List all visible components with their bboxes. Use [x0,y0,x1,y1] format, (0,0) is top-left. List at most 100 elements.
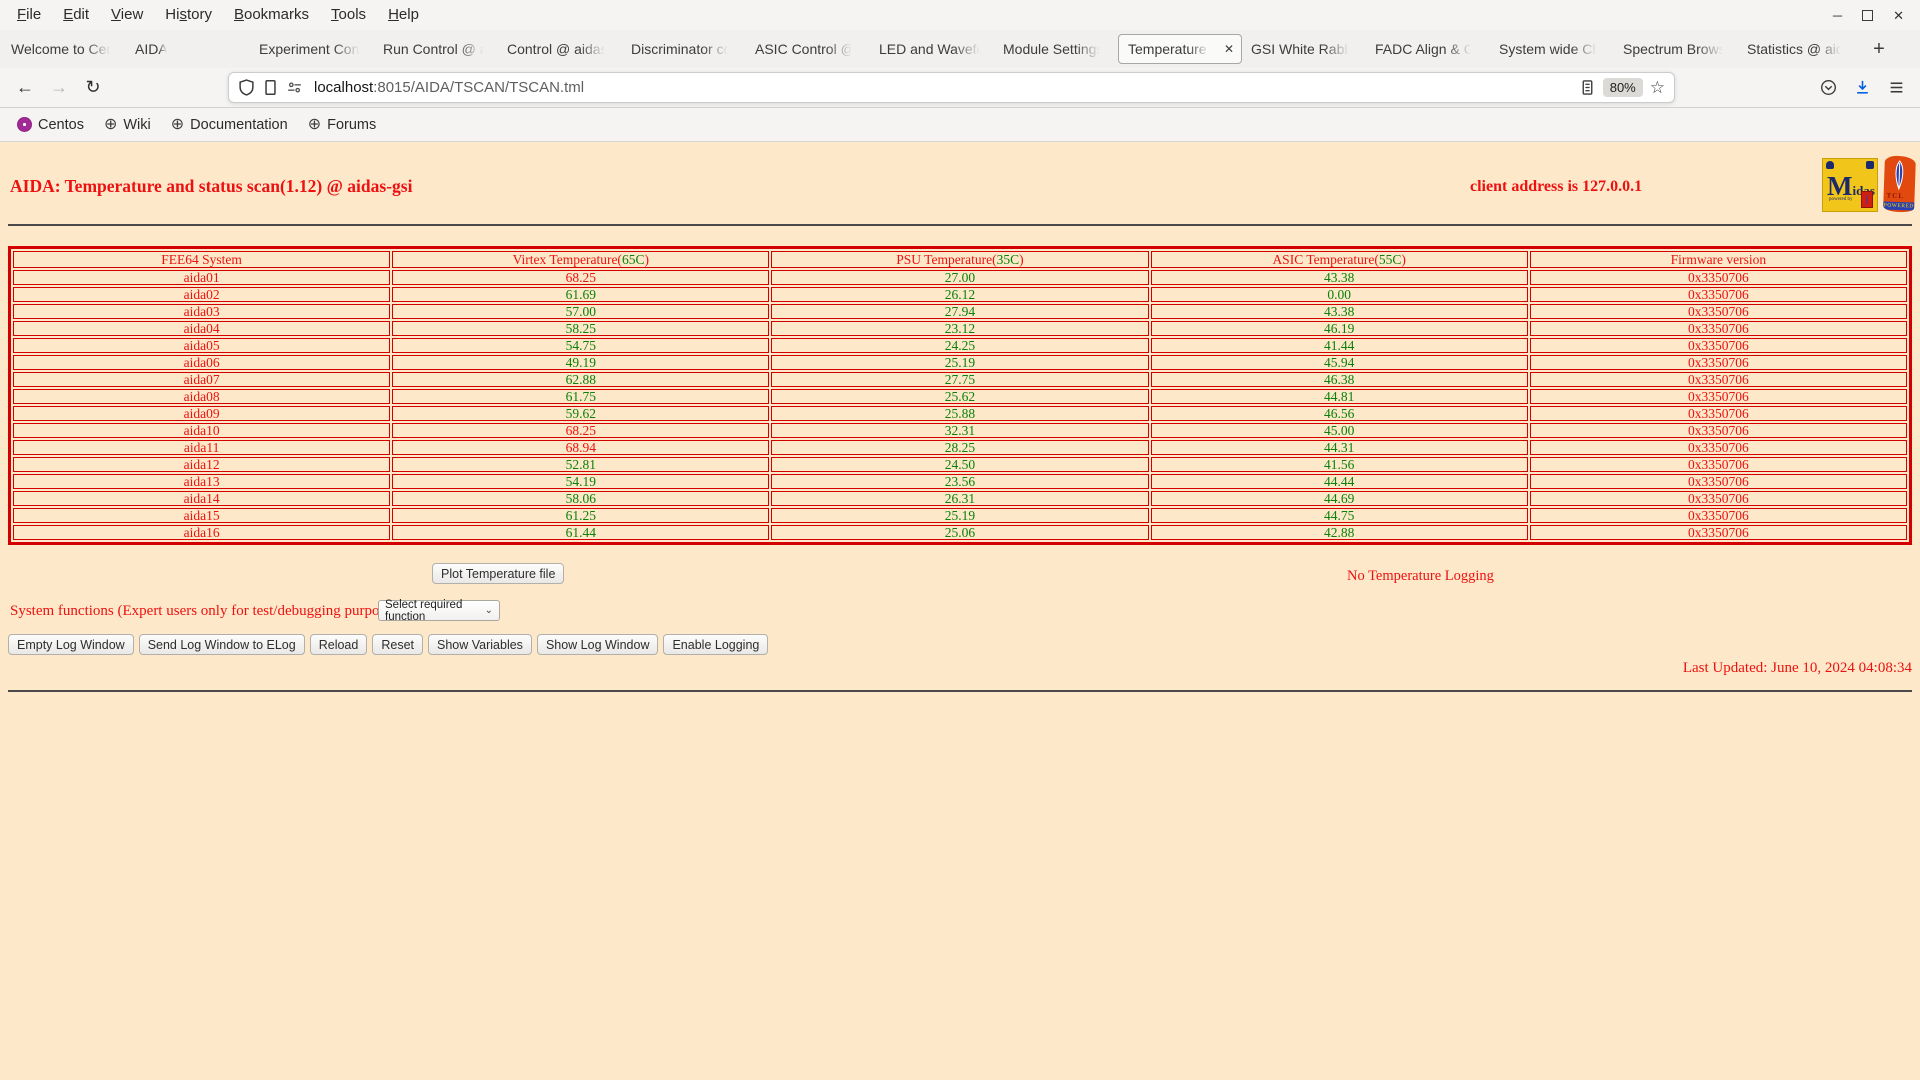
pocket-icon[interactable] [1820,79,1837,96]
table-cell: 42.88 [1150,525,1528,540]
tab-temperature-a[interactable]: Temperature a ✕ [1118,34,1242,64]
download-icon[interactable] [1854,79,1871,96]
tab-module-settings[interactable]: Module Settings [994,34,1118,64]
table-cell: 44.81 [1150,389,1528,404]
tab-label: GSI White Rabb [1251,41,1353,57]
header-text: ) [1019,252,1024,267]
tab-experiment-cont[interactable]: Experiment Cont [250,34,374,64]
menu-item-file[interactable]: File [6,3,52,26]
globe-icon: ⊕ [170,116,185,133]
tab-spectrum-brows[interactable]: Spectrum Brows [1614,34,1738,64]
table-cell: 44.69 [1150,491,1528,506]
send-log-window-to-elog-button[interactable]: Send Log Window to ELog [138,634,305,655]
page-icon[interactable] [262,79,279,96]
shield-icon[interactable] [238,79,255,96]
tcl-powered-logo[interactable]: TCL POWERED [1883,155,1916,213]
zoom-level-badge[interactable]: 80% [1602,78,1643,97]
bookmark-documentation[interactable]: ⊕ Documentation [164,114,295,136]
table-cell: 0x3350706 [1529,287,1907,302]
plot-temperature-button[interactable]: Plot Temperature file [432,563,565,584]
table-cell: 62.88 [392,372,770,387]
tab-control-aidas[interactable]: Control @ aidas [498,34,622,64]
function-select-value: Select required function [385,598,463,623]
table-cell: 25.19 [771,355,1149,370]
table-cell: aida07 [13,372,391,387]
tab-welcome-to-cen[interactable]: Welcome to Cen [2,34,126,64]
column-header: FEE64 System [13,251,391,268]
table-row: aida03 57.00 27.94 43.38 0x3350706 [13,304,1907,319]
tab-fadc-align-c[interactable]: FADC Align & C [1366,34,1490,64]
table-cell: aida01 [13,270,391,285]
tcl-name-text: TCL [1886,191,1905,201]
minimize-button[interactable]: ─ [1833,9,1842,22]
tab-close-icon[interactable]: ✕ [1224,42,1234,56]
reset-button[interactable]: Reset [372,634,423,655]
table-cell: 46.56 [1150,406,1528,421]
hamburger-menu-icon[interactable] [1888,79,1905,96]
table-cell: 61.25 [392,508,770,523]
enable-logging-button[interactable]: Enable Logging [663,634,769,655]
table-cell: 23.12 [771,321,1149,336]
table-cell: 41.44 [1150,338,1528,353]
table-cell: 25.06 [771,525,1149,540]
tab-system-wide-ch[interactable]: System wide Ch [1490,34,1614,64]
table-cell: 23.56 [771,474,1149,489]
bookmark-wiki[interactable]: ⊕ Wiki [97,114,158,136]
close-button[interactable]: ✕ [1893,9,1904,22]
tab-aida[interactable]: AIDA [126,34,250,64]
menubar: File Edit View History Bookmarks Tools Help ─ … [0,0,1920,30]
tab-gsi-white-rabb[interactable]: GSI White Rabb [1242,34,1366,64]
site-permissions-icon[interactable] [286,79,303,96]
bookmark-centos[interactable]: Centos [10,114,91,136]
table-cell: 0x3350706 [1529,525,1907,540]
function-select[interactable]: Select required function ⌄ [378,598,500,623]
table-cell: 0x3350706 [1529,355,1907,370]
show-log-window-button[interactable]: Show Log Window [536,634,659,655]
url-bar[interactable]: localhost:8015/AIDA/TSCAN/TSCAN.tml 80% … [228,72,1675,103]
reload-button[interactable]: ↻ [76,77,110,98]
tab-led-and-wavefo[interactable]: LED and Wavefo [870,34,994,64]
bookmark-forums[interactable]: ⊕ Forums [301,114,384,136]
table-row: aida02 61.69 26.12 0.00 0x3350706 [13,287,1907,302]
table-row: aida12 52.81 24.50 41.56 0x3350706 [13,457,1907,472]
tab-label: AIDA [135,41,168,57]
page-content: AIDA: Temperature and status scan(1.12) … [0,142,1920,1080]
menu-item-tools[interactable]: Tools [320,3,377,26]
table-row: aida08 61.75 25.62 44.81 0x3350706 [13,389,1907,404]
bookmarks-bar-items: Centos ⊕ Wiki ⊕ Documentation ⊕ Forums [10,114,383,136]
tab-run-control-a[interactable]: Run Control @ a [374,34,498,64]
menu-item-help[interactable]: Help [377,3,430,26]
midas-logo-ornament [1826,161,1834,169]
maximize-button[interactable] [1862,9,1874,21]
column-header: PSU Temperature(35C) [771,251,1149,268]
tab-statistics-aid[interactable]: Statistics @ aid [1738,34,1862,64]
reader-mode-icon[interactable] [1579,79,1596,96]
tab-discriminator-co[interactable]: Discriminator co [622,34,746,64]
reload-button[interactable]: Reload [309,634,368,655]
forward-button[interactable]: → [42,77,76,98]
header-threshold: 65C [621,252,645,267]
new-tab-button[interactable]: + [1862,38,1896,61]
empty-log-window-button[interactable]: Empty Log Window [8,634,134,655]
table-cell: 0x3350706 [1529,304,1907,319]
table-cell: 58.25 [392,321,770,336]
show-variables-button[interactable]: Show Variables [428,634,532,655]
tab-label: Control @ aidas [507,41,608,57]
tab-label: Experiment Cont [259,41,363,57]
back-button[interactable]: ← [8,77,42,98]
bookmark-star-icon[interactable]: ☆ [1650,78,1665,98]
table-cell: 57.00 [392,304,770,319]
tab-asic-control[interactable]: ASIC Control @ [746,34,870,64]
menu-item-bookmarks[interactable]: Bookmarks [223,3,320,26]
tab-label: System wide Ch [1499,41,1601,57]
menu-item-history[interactable]: History [154,3,223,26]
table-cell: 58.06 [392,491,770,506]
menu-item-edit[interactable]: Edit [52,3,100,26]
url-text[interactable]: localhost:8015/AIDA/TSCAN/TSCAN.tml [314,79,584,96]
table-row: aida10 68.25 32.31 45.00 0x3350706 [13,423,1907,438]
menu-item-view[interactable]: View [100,3,154,26]
tab-label: Spectrum Brows [1623,41,1726,57]
table-cell: aida14 [13,491,391,506]
midas-logo[interactable]: Midas powered by ∫ [1822,158,1878,212]
tab-label: ASIC Control @ [755,41,855,57]
